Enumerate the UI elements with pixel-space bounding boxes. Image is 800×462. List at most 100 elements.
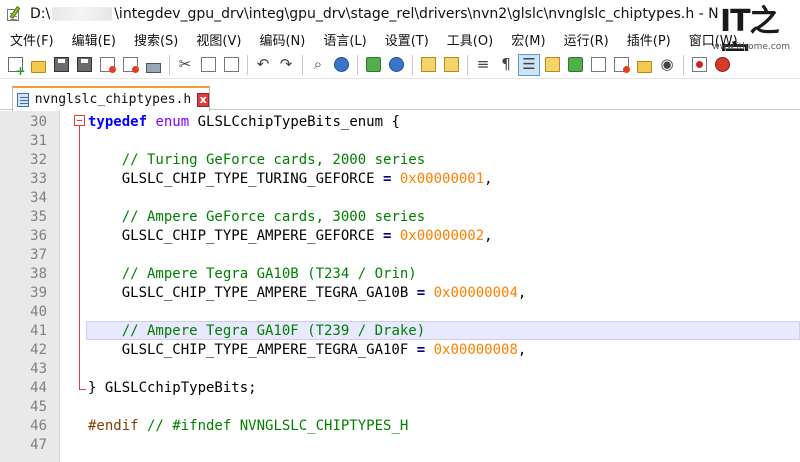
menu-language[interactable]: 语言(L): [323, 30, 366, 49]
code-line: GLSLC_CHIP_TYPE_AMPERE_GEFORCE = 0x00000…: [88, 227, 493, 246]
print-button[interactable]: [142, 54, 164, 76]
zoom-in-button[interactable]: [362, 54, 384, 76]
code-comment: // Turing GeForce cards, 2000 series: [121, 152, 426, 168]
code-text: } GLSLCchipTypeBits;: [88, 380, 257, 396]
line-number: 45: [30, 399, 47, 415]
code-line: GLSLC_CHIP_TYPE_TURING_GEFORCE = 0x00000…: [88, 170, 493, 189]
copy-button[interactable]: [197, 54, 219, 76]
menu-tools[interactable]: 工具(O): [447, 30, 493, 49]
stop-macro-icon: [714, 57, 730, 72]
close-button[interactable]: [96, 54, 118, 76]
save-icon: [53, 57, 69, 72]
tab-close-icon[interactable]: x: [197, 92, 209, 107]
line-number: 33: [30, 171, 47, 187]
udl-button[interactable]: [541, 54, 563, 76]
line-number: 43: [30, 361, 47, 377]
toolbar-separator: [467, 54, 468, 75]
monitor-icon: ◉: [660, 55, 674, 73]
find-button[interactable]: ⌕: [307, 54, 329, 76]
sync-vertical-icon: [420, 57, 436, 72]
word-wrap-button[interactable]: ≡: [472, 54, 494, 76]
menu-view[interactable]: 视图(V): [196, 30, 241, 49]
code-text: GLSLC_CHIP_TYPE_AMPERE_GEFORCE: [88, 228, 384, 244]
line-number: 46: [30, 418, 47, 434]
line-number: 30: [30, 114, 47, 130]
replace-button[interactable]: [330, 54, 352, 76]
line-number: 47: [30, 437, 47, 453]
code-line: typedef enum GLSLCchipTypeBits_enum {: [88, 113, 400, 132]
open-file-icon: [30, 60, 46, 73]
undo-icon: ↶: [256, 55, 270, 73]
line-number: 35: [30, 209, 47, 225]
replace-icon: [333, 57, 349, 72]
find-icon: ⌕: [313, 55, 323, 73]
code-text: ,: [484, 171, 493, 187]
cut-button[interactable]: ✂: [174, 54, 196, 76]
tab-nvnglslc-chiptypes[interactable]: nvnglslc_chiptypes.h x: [12, 86, 210, 111]
fold-toggle-icon[interactable]: [74, 115, 85, 126]
code-comment: // Ampere GeForce cards, 3000 series: [121, 209, 426, 225]
new-file-button[interactable]: [4, 54, 26, 77]
menu-run[interactable]: 运行(R): [564, 30, 609, 49]
close-all-button[interactable]: [119, 54, 141, 76]
menu-file[interactable]: 文件(F): [10, 30, 54, 49]
menu-macro[interactable]: 宏(M): [511, 30, 545, 49]
code-line: // Ampere Tegra GA10F (T239 / Drake): [88, 322, 425, 341]
monitor-button[interactable]: ◉: [656, 54, 678, 76]
editor[interactable]: 30 31 32 33 34 35 36 37 38 39 40 41 42 4…: [0, 111, 800, 462]
folder-workspace-button[interactable]: [610, 54, 632, 76]
code-text: GLSLC_CHIP_TYPE_AMPERE_TEGRA_GA10B: [88, 285, 417, 301]
menu-edit[interactable]: 编辑(E): [72, 30, 116, 49]
open-file-button[interactable]: [27, 54, 49, 76]
stop-macro-button[interactable]: [711, 54, 733, 76]
print-icon: [145, 62, 161, 73]
code-text: GLSLCchipTypeBits_enum {: [189, 114, 400, 130]
menu-settings[interactable]: 设置(T): [385, 30, 429, 49]
save-button[interactable]: [50, 54, 72, 76]
folder-button[interactable]: [633, 54, 655, 76]
cut-icon: ✂: [178, 55, 192, 73]
code-text: ,: [484, 228, 493, 244]
show-all-chars-button[interactable]: ¶: [495, 54, 517, 76]
toolbar-separator: [683, 54, 684, 75]
zoom-in-icon: [365, 57, 381, 72]
redo-button[interactable]: ↷: [275, 54, 297, 76]
redacted-path-segment: [52, 7, 113, 21]
code-number: 0x00000008: [425, 342, 518, 358]
code-number: 0x00000001: [391, 171, 485, 187]
code-number: 0x00000002: [391, 228, 485, 244]
line-number: 39: [30, 285, 47, 301]
toolbar: ✂ ↶ ↷ ⌕ ≡ ¶ ☰ ◉: [0, 51, 800, 79]
record-macro-icon: [691, 57, 707, 72]
doc-map-icon: [567, 57, 583, 72]
sync-vertical-button[interactable]: [417, 54, 439, 76]
indent-guide-button[interactable]: ☰: [518, 53, 540, 76]
close-all-icon: [122, 57, 139, 73]
doc-map-button[interactable]: [564, 54, 586, 76]
menu-plugins[interactable]: 插件(P): [627, 30, 671, 49]
line-number: 32: [30, 152, 47, 168]
code-line: } GLSLCchipTypeBits;: [88, 379, 257, 398]
undo-button[interactable]: ↶: [252, 54, 274, 76]
menu-encoding[interactable]: 编码(N): [259, 30, 305, 49]
line-number: 36: [30, 228, 47, 244]
code-line: // Turing GeForce cards, 2000 series: [88, 151, 425, 170]
sync-horizontal-button[interactable]: [440, 54, 462, 76]
code-text: ,: [517, 342, 527, 358]
function-list-button[interactable]: [587, 54, 609, 76]
save-all-button[interactable]: [73, 54, 95, 76]
paste-button[interactable]: [220, 54, 242, 76]
code-line: // Ampere GeForce cards, 3000 series: [88, 208, 425, 227]
file-icon: [17, 92, 29, 107]
line-number: 42: [30, 342, 47, 358]
menu-window[interactable]: 窗口(W): [689, 30, 738, 49]
record-macro-button[interactable]: [688, 54, 710, 76]
code-comment: // #ifndef NVNGLSLC_CHIPTYPES_H: [138, 418, 409, 434]
zoom-out-button[interactable]: [385, 54, 407, 76]
menu-search[interactable]: 搜索(S): [134, 30, 178, 49]
code-line: // Ampere Tegra GA10B (T234 / Orin): [88, 265, 417, 284]
line-number: 34: [30, 190, 47, 206]
